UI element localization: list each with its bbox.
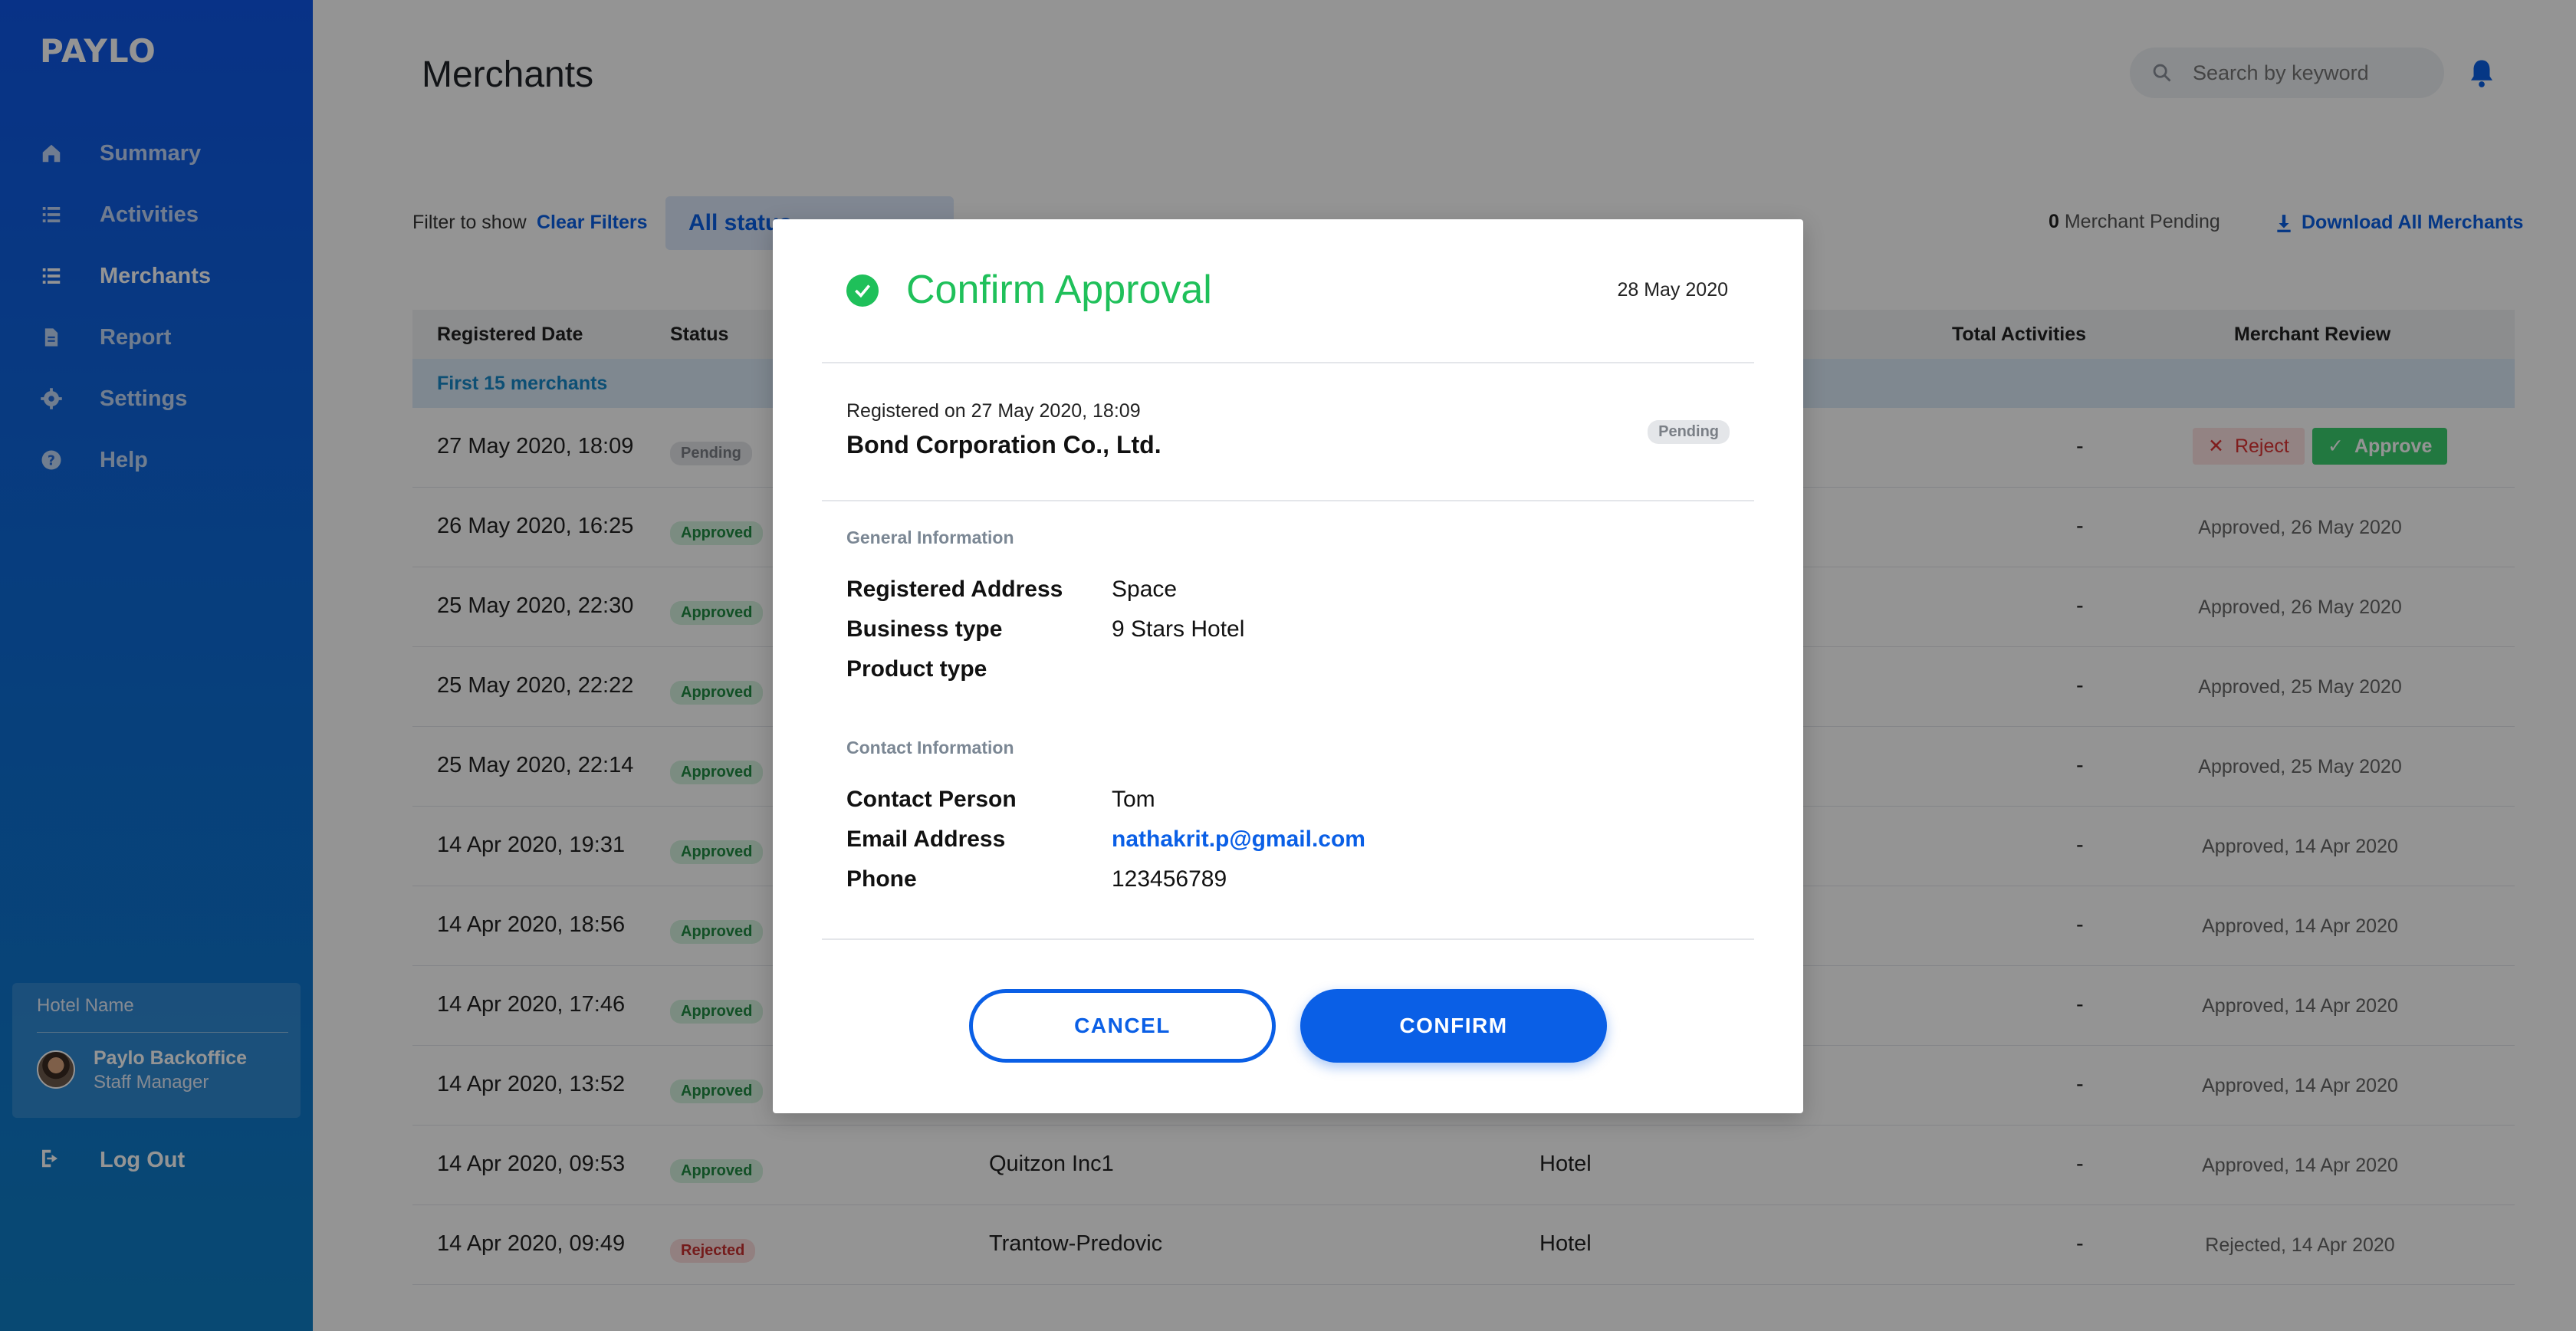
status-badge: Pending xyxy=(1648,420,1730,444)
cancel-button[interactable]: CANCEL xyxy=(969,989,1276,1063)
info-value: Space xyxy=(1112,577,1178,602)
info-value: Tom xyxy=(1112,787,1155,812)
info-key: Business type xyxy=(846,616,1003,642)
modal-date: 28 May 2020 xyxy=(1617,279,1728,301)
contact-info-heading: Contact Information xyxy=(846,738,1014,758)
email-link[interactable]: nathakrit.p@gmail.com xyxy=(1112,827,1365,853)
modal-title: Confirm Approval xyxy=(906,268,1212,312)
check-circle-icon xyxy=(846,274,879,307)
registered-on: Registered on 27 May 2020, 18:09 xyxy=(846,400,1141,422)
divider xyxy=(822,500,1754,501)
company-name: Bond Corporation Co., Ltd. xyxy=(846,431,1162,458)
info-key: Product type xyxy=(846,656,987,682)
info-key: Phone xyxy=(846,866,917,892)
info-value: 123456789 xyxy=(1112,866,1227,892)
info-key: Contact Person xyxy=(846,787,1017,812)
status-badge-label: Pending xyxy=(1648,420,1730,444)
info-value: 9 Stars Hotel xyxy=(1112,616,1245,642)
divider xyxy=(822,362,1754,363)
divider xyxy=(822,938,1754,940)
info-key: Email Address xyxy=(846,827,1006,852)
confirm-button[interactable]: CONFIRM xyxy=(1300,989,1607,1063)
general-info-heading: General Information xyxy=(846,527,1014,547)
confirm-approval-modal: Confirm Approval 28 May 2020 Registered … xyxy=(773,219,1803,1113)
info-key: Registered Address xyxy=(846,577,1063,602)
